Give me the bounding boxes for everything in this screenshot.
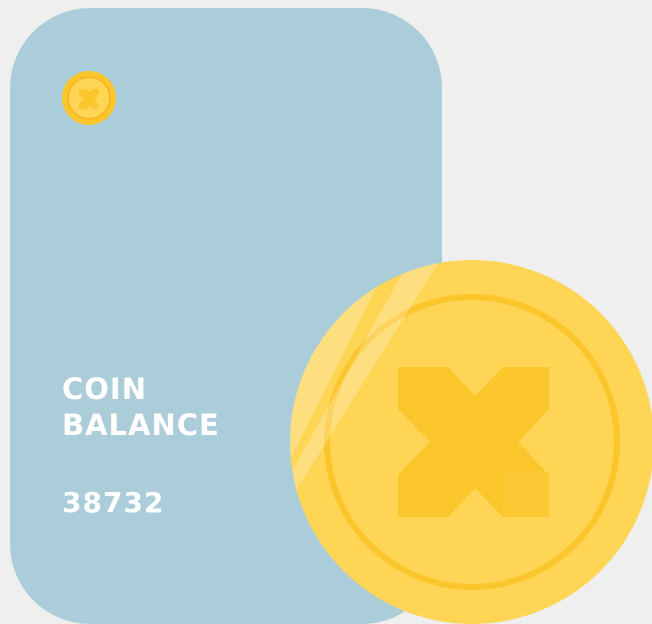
- x-coin-logo-icon: [62, 71, 116, 125]
- x-coin-icon: [290, 260, 652, 624]
- coin-balance-title: COIN BALANCE: [62, 371, 220, 443]
- coin-balance-title-line-1: COIN: [62, 372, 147, 406]
- coin-balance-title-line-2: BALANCE: [62, 408, 220, 442]
- coin-balance-value: 38732: [62, 486, 165, 519]
